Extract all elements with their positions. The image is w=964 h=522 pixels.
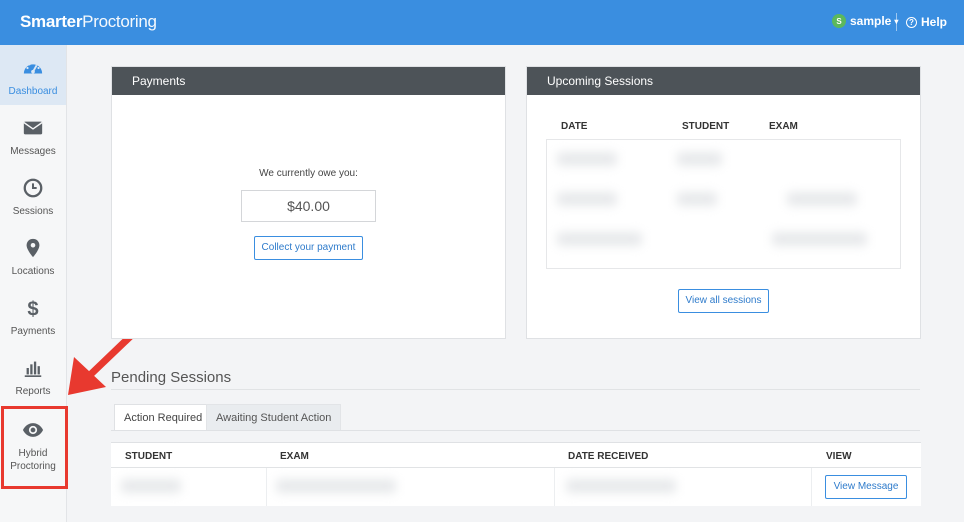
logo-prefix: Smarter	[20, 12, 83, 31]
header-divider	[896, 13, 897, 31]
app-logo[interactable]: SmarterProctoring	[20, 12, 157, 32]
cell-divider	[266, 468, 267, 506]
pending-col-exam: EXAM	[280, 451, 309, 462]
sidebar-item-locations[interactable]: Locations	[0, 225, 66, 285]
upcoming-col-exam: EXAM	[769, 121, 798, 132]
tab-action-required[interactable]: Action Required	[114, 404, 213, 431]
pending-sessions-table: STUDENT EXAM DATE RECEIVED VIEW View Mes…	[111, 442, 921, 506]
sidebar-label-sessions: Sessions	[12, 206, 54, 217]
clock-icon	[23, 178, 43, 198]
user-name: sample	[850, 14, 892, 28]
sidebar-label-reports: Reports	[15, 386, 51, 397]
envelope-icon	[23, 121, 43, 135]
sidebar-label-payments: Payments	[10, 326, 56, 337]
map-pin-icon	[26, 238, 40, 258]
blurred-cell	[787, 192, 857, 206]
svg-text:$: $	[27, 298, 38, 319]
question-circle-icon: ?	[906, 16, 917, 28]
view-all-sessions-button[interactable]: View all sessions	[678, 289, 769, 313]
pending-col-student: STUDENT	[125, 451, 173, 462]
tabs-baseline	[111, 430, 920, 431]
sidebar-item-payments[interactable]: $ Payments	[0, 285, 66, 345]
view-message-button[interactable]: View Message	[825, 475, 907, 499]
sidebar-item-dashboard[interactable]: Dashboard	[0, 45, 66, 105]
owe-label: We currently owe you:	[259, 168, 358, 179]
sidebar-item-sessions[interactable]: Sessions	[0, 165, 66, 225]
pending-col-date-received: DATE RECEIVED	[568, 451, 649, 462]
sidebar-label-messages: Messages	[10, 146, 56, 157]
sidebar-label-locations: Locations	[11, 266, 55, 277]
payments-panel-title: Payments	[112, 67, 505, 95]
section-divider	[111, 389, 920, 390]
pending-col-view: VIEW	[826, 451, 852, 462]
payment-amount: $40.00	[241, 190, 376, 222]
cell-divider	[811, 468, 812, 506]
collect-payment-button[interactable]: Collect your payment	[254, 236, 363, 260]
help-label: Help	[921, 15, 948, 29]
blurred-cell	[677, 152, 722, 166]
highlight-annotation-box	[1, 406, 68, 489]
tab-awaiting-student-action[interactable]: Awaiting Student Action	[206, 404, 342, 431]
upcoming-col-date: DATE	[561, 121, 588, 132]
upcoming-sessions-title: Upcoming Sessions	[527, 67, 920, 95]
cell-divider	[554, 468, 555, 506]
blurred-cell	[121, 479, 181, 493]
blurred-cell	[276, 479, 396, 493]
blurred-cell	[772, 232, 867, 246]
sidebar-label-dashboard: Dashboard	[8, 86, 58, 97]
blurred-cell	[677, 192, 717, 206]
blurred-cell	[557, 192, 617, 206]
blurred-cell	[557, 152, 617, 166]
sidebar-item-reports[interactable]: Reports	[0, 345, 66, 405]
dollar-icon: $	[27, 298, 38, 319]
speedometer-icon	[23, 61, 43, 74]
logo-suffix: Proctoring	[82, 12, 157, 31]
top-navigation-bar: SmarterProctoring S sample ▾ ? Help	[0, 0, 964, 45]
user-avatar: S	[832, 14, 846, 28]
blurred-cell	[566, 479, 676, 493]
blurred-cell	[557, 232, 642, 246]
upcoming-col-student: STUDENT	[682, 121, 730, 132]
table-header-divider	[111, 467, 921, 468]
sidebar-item-messages[interactable]: Messages	[0, 105, 66, 165]
pending-sessions-title: Pending Sessions	[111, 369, 232, 386]
bar-chart-icon	[24, 361, 42, 377]
user-menu[interactable]: S sample ▾	[832, 14, 898, 28]
upcoming-sessions-panel: Upcoming Sessions DATE STUDENT EXAM View…	[526, 66, 921, 339]
payments-panel: Payments We currently owe you: $40.00 Co…	[111, 66, 506, 339]
help-link[interactable]: ? Help	[906, 15, 947, 29]
